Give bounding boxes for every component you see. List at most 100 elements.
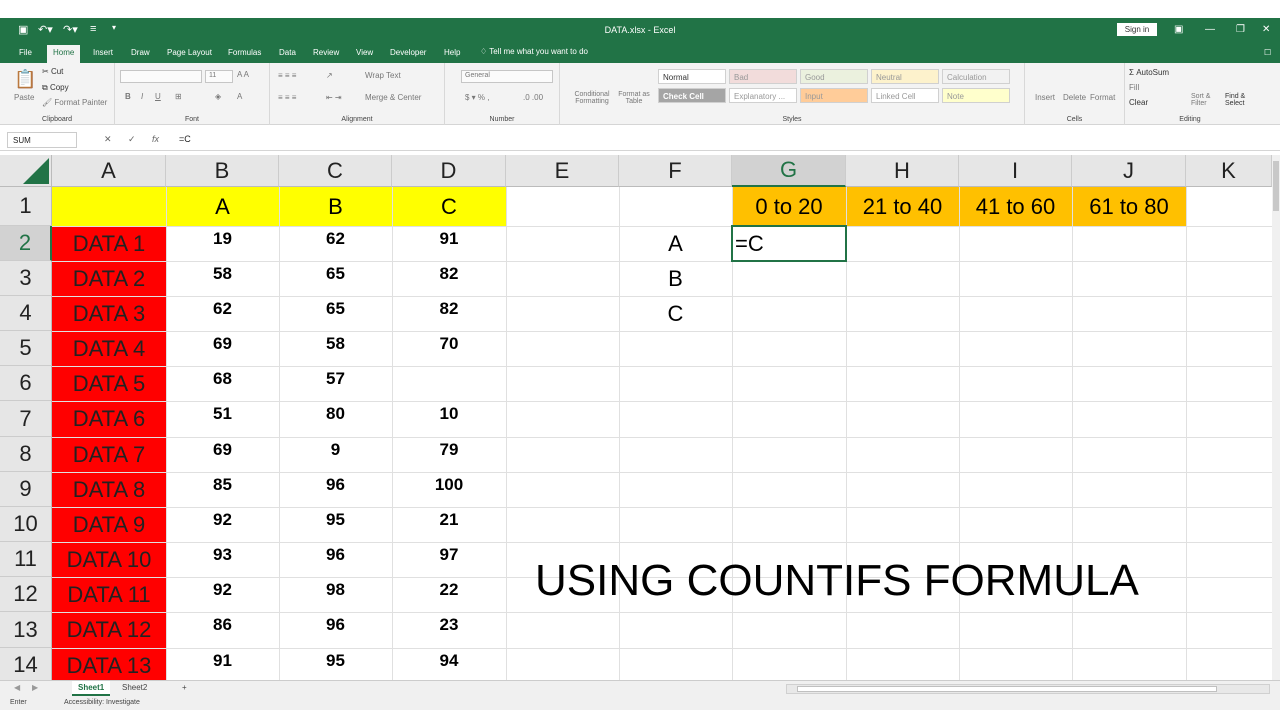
data-value-cell[interactable]: 92 (166, 507, 279, 542)
insert-cells-button[interactable]: Insert (1035, 93, 1055, 102)
category-label-cell[interactable]: B (619, 261, 732, 296)
data-label-cell[interactable]: DATA 1 (52, 226, 166, 261)
enter-icon[interactable]: ✓ (128, 134, 136, 145)
tab-review[interactable]: Review (313, 48, 339, 57)
format-painter-button[interactable]: 🖌 Format Painter (42, 98, 107, 107)
borders-icon[interactable]: ⊞ (175, 92, 182, 101)
data-value-cell[interactable]: 70 (392, 331, 506, 366)
font-name-box[interactable] (120, 70, 202, 83)
data-value-cell[interactable]: 57 (279, 366, 392, 401)
align-left-icon[interactable]: ≡ ≡ ≡ (278, 93, 296, 102)
data-value-cell[interactable]: 65 (279, 261, 392, 296)
column-header-e[interactable]: E (506, 155, 619, 187)
comments-icon[interactable]: ☐ (1264, 48, 1271, 57)
sign-in-button[interactable]: Sign in (1117, 23, 1157, 36)
data-value-cell[interactable]: 97 (392, 542, 506, 577)
column-header-i[interactable]: I (959, 155, 1072, 187)
data-value-cell[interactable]: 95 (279, 507, 392, 542)
column-header-h[interactable]: H (846, 155, 959, 187)
data-value-cell[interactable]: 94 (392, 648, 506, 680)
tab-formulas[interactable]: Formulas (228, 48, 261, 57)
data-label-cell[interactable]: DATA 7 (52, 437, 166, 472)
accessibility-status[interactable]: Accessibility: Investigate (64, 699, 140, 706)
tab-page-layout[interactable]: Page Layout (167, 48, 212, 57)
clear-button[interactable]: Clear (1129, 98, 1148, 107)
orientation-icon[interactable]: ↗ (326, 71, 333, 80)
data-value-cell[interactable]: 58 (166, 261, 279, 296)
row-header-1[interactable]: 1 (0, 187, 52, 226)
row-header-12[interactable]: 12 (0, 577, 52, 612)
ribbon-display-icon[interactable]: ▣ (1174, 24, 1183, 35)
data-value-cell[interactable]: 23 (392, 612, 506, 648)
close-icon[interactable]: ✕ (1262, 24, 1270, 35)
row-header-8[interactable]: 8 (0, 437, 52, 472)
data-value-cell[interactable]: 62 (166, 296, 279, 331)
indent-icon[interactable]: ⇤ ⇥ (326, 93, 342, 102)
cell-style-normal[interactable]: Normal (658, 69, 726, 84)
row-header-3[interactable]: 3 (0, 261, 52, 296)
wrap-text-button[interactable]: Wrap Text (365, 71, 401, 80)
cell-style-check-cell[interactable]: Check Cell (658, 88, 726, 103)
data-label-cell[interactable]: DATA 5 (52, 366, 166, 401)
restore-icon[interactable]: ❐ (1236, 24, 1245, 35)
data-label-cell[interactable]: DATA 4 (52, 331, 166, 366)
insert-function-icon[interactable]: fx (152, 134, 159, 144)
fill-button[interactable]: Fill (1129, 83, 1139, 92)
data-value-cell[interactable]: 80 (279, 401, 392, 437)
paste-icon[interactable]: 📋 (14, 69, 36, 90)
font-size-box[interactable]: 11 (205, 70, 233, 83)
data-label-cell[interactable]: DATA 11 (52, 577, 166, 612)
formula-input[interactable]: =C (179, 134, 191, 144)
row-header-11[interactable]: 11 (0, 542, 52, 577)
category-label-cell[interactable]: A (619, 226, 732, 261)
data-value-cell[interactable]: 19 (166, 226, 279, 261)
row-header-2[interactable]: 2 (0, 226, 52, 261)
data-value-cell[interactable]: 82 (392, 261, 506, 296)
prev-sheet-icon[interactable]: ◀ (8, 681, 26, 696)
table-header-cell[interactable]: C (392, 187, 506, 226)
data-value-cell[interactable]: 58 (279, 331, 392, 366)
cell-style-note[interactable]: Note (942, 88, 1010, 103)
data-value-cell[interactable]: 96 (279, 542, 392, 577)
grow-font-icon[interactable]: A A (237, 70, 249, 79)
cancel-icon[interactable]: ✕ (104, 134, 112, 145)
row-header-14[interactable]: 14 (0, 648, 52, 680)
sheet-tab-sheet2[interactable]: Sheet2 (116, 681, 153, 696)
range-header-cell[interactable]: 21 to 40 (846, 187, 959, 226)
scroll-thumb[interactable] (797, 686, 1217, 692)
underline-button[interactable]: U (155, 92, 161, 101)
data-value-cell[interactable] (392, 366, 506, 401)
sort-filter-button[interactable]: Sort & Filter (1191, 93, 1223, 107)
data-label-cell[interactable]: DATA 2 (52, 261, 166, 296)
align-top-icon[interactable]: ≡ ≡ ≡ (278, 71, 296, 80)
data-value-cell[interactable]: 96 (279, 612, 392, 648)
row-header-5[interactable]: 5 (0, 331, 52, 366)
column-header-g[interactable]: G (732, 155, 846, 187)
cell-style-linked-cell[interactable]: Linked Cell (871, 88, 939, 103)
range-header-cell[interactable]: 41 to 60 (959, 187, 1072, 226)
table-header-cell[interactable] (52, 187, 166, 226)
horizontal-scrollbar[interactable] (786, 684, 1270, 694)
tab-draw[interactable]: Draw (131, 48, 150, 57)
tab-file[interactable]: File (19, 48, 32, 57)
cut-button[interactable]: ✂ Cut (42, 67, 63, 76)
copy-button[interactable]: ⧉ Copy (42, 83, 69, 93)
data-label-cell[interactable]: DATA 6 (52, 401, 166, 437)
data-label-cell[interactable]: DATA 12 (52, 612, 166, 648)
tell-me-box[interactable]: ♢ Tell me what you want to do (480, 47, 588, 56)
select-all-button[interactable] (0, 155, 52, 187)
tab-view[interactable]: View (356, 48, 373, 57)
conditional-formatting-button[interactable]: Conditional Formatting (568, 91, 616, 105)
column-header-c[interactable]: C (279, 155, 392, 187)
fill-color-icon[interactable]: ◈ (215, 92, 221, 101)
table-header-cell[interactable]: A (166, 187, 279, 226)
data-value-cell[interactable]: 22 (392, 577, 506, 612)
tab-home[interactable]: Home (47, 45, 81, 63)
data-label-cell[interactable]: DATA 8 (52, 472, 166, 507)
tab-insert[interactable]: Insert (93, 48, 113, 57)
data-label-cell[interactable]: DATA 3 (52, 296, 166, 331)
tab-developer[interactable]: Developer (390, 48, 426, 57)
add-sheet-button[interactable]: + (176, 681, 193, 696)
active-cell[interactable]: =C (731, 225, 847, 262)
data-value-cell[interactable]: 65 (279, 296, 392, 331)
